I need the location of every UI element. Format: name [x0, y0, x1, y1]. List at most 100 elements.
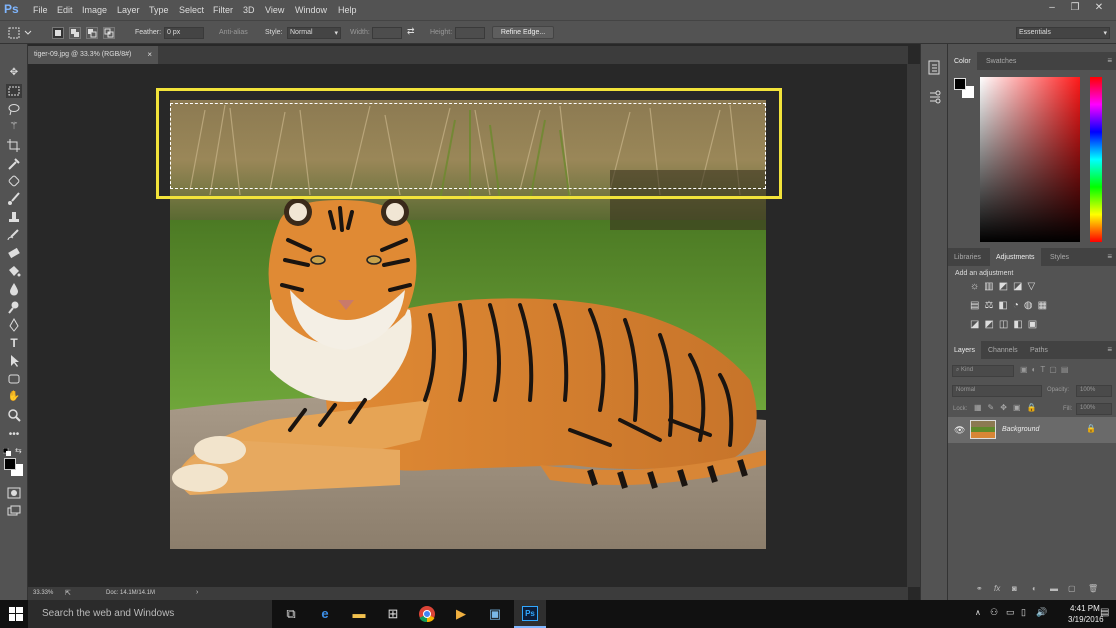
tab-libraries[interactable]: Libraries [948, 248, 987, 266]
photoshop-taskbar-button[interactable]: Ps [514, 600, 546, 628]
clock-time[interactable]: 4:41 PM [1070, 604, 1100, 613]
style-select[interactable]: Normal ▾ [287, 27, 341, 39]
healing-brush-tool-icon[interactable] [6, 174, 22, 188]
panel-menu-icon[interactable]: ≡ [1107, 252, 1112, 261]
close-window-button[interactable]: ✕ [1092, 1, 1106, 15]
eraser-tool-icon[interactable] [6, 246, 22, 260]
zoom-level[interactable]: 33.33% [33, 590, 53, 596]
task-view-icon[interactable]: ⧉ [282, 605, 300, 623]
hue-slider[interactable] [1090, 77, 1102, 242]
refine-edge-button[interactable]: Refine Edge... [492, 26, 554, 39]
magic-wand-tool-icon[interactable]: ⚚ [6, 120, 22, 134]
menu-type[interactable]: Type [149, 5, 169, 15]
panel-menu-icon[interactable]: ≡ [1107, 345, 1112, 354]
adjustment-icons-row-3[interactable]: ◪◩◫◧▣ [970, 319, 1042, 330]
more-tools-icon[interactable]: ••• [6, 428, 22, 442]
taskbar-search-box[interactable]: Search the web and Windows [28, 600, 272, 628]
chevron-up-icon[interactable]: ∧ [975, 608, 981, 617]
opacity-input[interactable]: 100% [1076, 385, 1112, 397]
tab-swatches[interactable]: Swatches [980, 52, 1022, 70]
chevron-right-icon[interactable]: › [196, 589, 198, 596]
new-selection-icon[interactable] [52, 27, 64, 39]
properties-panel-icon[interactable] [928, 90, 942, 104]
new-layer-icon[interactable]: ▢ [1068, 584, 1076, 593]
zoom-tool-icon[interactable] [6, 408, 22, 422]
menu-file[interactable]: File [33, 5, 48, 15]
pen-tool-icon[interactable] [6, 318, 22, 332]
adjustment-icons-row-2[interactable]: ▤⚖◧◔◍▦ [970, 300, 1052, 311]
menu-3d[interactable]: 3D [243, 5, 255, 15]
vertical-scrollbar[interactable] [907, 64, 920, 587]
rectangle-tool-icon[interactable] [6, 372, 22, 386]
layer-kind-filter[interactable]: ⌕ Kind [952, 365, 1014, 377]
menu-filter[interactable]: Filter [213, 5, 233, 15]
add-mask-icon[interactable]: ◙ [1012, 584, 1017, 593]
swap-colors-icon[interactable]: ⇆ [15, 446, 22, 455]
remote-desktop-icon[interactable]: ▣ [486, 605, 504, 623]
document-tab[interactable]: tiger-09.jpg @ 33.3% (RGB/8#) × [28, 46, 158, 64]
hand-tool-icon[interactable]: ✋ [6, 390, 22, 404]
adjustment-icons-row-1[interactable]: ☼▥◩◪▽ [970, 281, 1040, 292]
tab-layers[interactable]: Layers [948, 341, 982, 359]
add-to-selection-icon[interactable] [69, 27, 81, 39]
eye-icon[interactable]: 👁 [954, 425, 965, 436]
link-layers-icon[interactable]: ⚭ [976, 584, 983, 593]
panel-menu-icon[interactable]: ≡ [1107, 56, 1112, 65]
workspace-select[interactable]: Essentials ▾ [1016, 27, 1110, 39]
blend-mode-select[interactable]: Normal [952, 385, 1042, 397]
network-icon[interactable]: ▯ [1021, 607, 1026, 618]
menu-view[interactable]: View [265, 5, 284, 15]
paint-bucket-tool-icon[interactable] [6, 264, 22, 278]
tab-adjustments[interactable]: Adjustments [990, 248, 1041, 266]
menu-layer[interactable]: Layer [117, 5, 140, 15]
menu-window[interactable]: Window [295, 5, 327, 15]
tab-styles[interactable]: Styles [1044, 248, 1075, 266]
crop-tool-icon[interactable] [6, 138, 22, 152]
media-player-icon[interactable]: ▶ [452, 605, 470, 623]
people-icon[interactable]: ⚇ [990, 607, 998, 618]
trash-icon[interactable]: 🗑 [1088, 584, 1098, 593]
marquee-preset-icon[interactable] [8, 27, 34, 39]
windows-start-icon[interactable] [9, 607, 23, 621]
tab-paths[interactable]: Paths [1024, 341, 1054, 359]
lock-icons[interactable]: ▦✎✥▣🔒 [974, 403, 1042, 412]
export-icon[interactable]: ⇱ [65, 589, 71, 597]
history-panel-icon[interactable] [928, 60, 942, 76]
dodge-tool-icon[interactable] [6, 300, 22, 314]
move-tool-icon[interactable]: ✥ [6, 66, 22, 80]
tab-color[interactable]: Color [948, 52, 977, 70]
restore-button[interactable]: ❐ [1068, 1, 1082, 15]
path-selection-tool-icon[interactable] [6, 354, 22, 368]
battery-icon[interactable]: ▭ [1006, 607, 1015, 618]
menu-select[interactable]: Select [179, 5, 204, 15]
subtract-from-selection-icon[interactable] [86, 27, 98, 39]
clock-date[interactable]: 3/19/2016 [1068, 615, 1104, 624]
volume-icon[interactable]: 🔊 [1036, 607, 1047, 618]
menu-help[interactable]: Help [338, 5, 357, 15]
screen-mode-icon[interactable] [6, 504, 22, 518]
tab-channels[interactable]: Channels [982, 341, 1024, 359]
type-tool-icon[interactable]: T [6, 336, 22, 350]
minimize-button[interactable]: – [1045, 1, 1059, 15]
action-center-icon[interactable]: ▤ [1100, 607, 1109, 618]
foreground-color-swatch[interactable] [4, 458, 16, 470]
history-brush-tool-icon[interactable] [6, 228, 22, 242]
fx-icon[interactable]: fx [994, 584, 1000, 593]
chrome-icon[interactable] [418, 605, 436, 623]
color-picker-field[interactable] [980, 77, 1080, 242]
blur-tool-icon[interactable] [6, 282, 22, 296]
store-icon[interactable]: ⊞ [384, 605, 402, 623]
layer-row[interactable]: 👁 Background 🔒 [948, 417, 1116, 443]
default-colors-icon[interactable] [3, 448, 11, 456]
quick-mask-icon[interactable] [6, 486, 22, 500]
height-input[interactable] [455, 27, 485, 39]
new-adjustment-layer-icon[interactable]: ◐ [1032, 584, 1037, 593]
file-explorer-icon[interactable]: ▬ [350, 605, 368, 623]
brush-tool-icon[interactable] [6, 192, 22, 206]
intersect-selection-icon[interactable] [103, 27, 115, 39]
menu-image[interactable]: Image [82, 5, 107, 15]
menu-edit[interactable]: Edit [57, 5, 73, 15]
new-group-icon[interactable]: ▬ [1050, 584, 1058, 593]
width-input[interactable] [372, 27, 402, 39]
layer-name[interactable]: Background [1002, 426, 1039, 433]
